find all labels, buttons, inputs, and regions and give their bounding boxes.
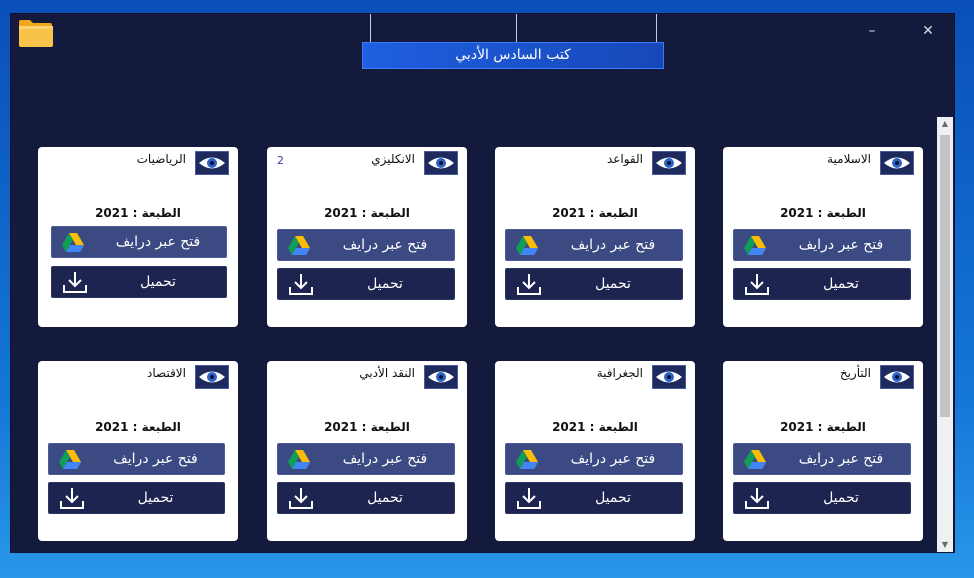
eye-icon[interactable]: [652, 365, 686, 389]
book-title: النقد الأدبي: [359, 366, 415, 380]
download-label: تحميل: [137, 490, 174, 506]
book-title: الاقتصاد: [147, 366, 186, 380]
close-button[interactable]: ✕: [915, 20, 941, 42]
download-button[interactable]: تحميل: [277, 482, 455, 514]
download-icon: [744, 272, 770, 300]
scroll-up-arrow[interactable]: ▲: [937, 117, 953, 131]
book-title: الرياضيات: [136, 152, 186, 166]
open-drive-button[interactable]: فتح عبر درايف: [505, 443, 683, 475]
download-button[interactable]: تحميل: [505, 482, 683, 514]
download-button[interactable]: تحميل: [733, 268, 911, 300]
app-window: كتب السادس الأدبي – ✕ ▲ ▼ الاسلامية الطب…: [11, 14, 954, 552]
edition-label: الطبعة : 2021: [324, 206, 410, 220]
download-button[interactable]: تحميل: [733, 482, 911, 514]
open-drive-label: فتح عبر درايف: [113, 451, 198, 467]
google-drive-icon: [744, 236, 766, 259]
download-icon: [516, 272, 542, 300]
open-drive-label: فتح عبر درايف: [342, 237, 428, 253]
download-button[interactable]: تحميل: [48, 482, 225, 514]
google-drive-icon: [62, 233, 84, 256]
download-button[interactable]: تحميل: [51, 266, 227, 298]
edition-label: الطبعة : 2021: [95, 420, 181, 434]
book-title: الاسلامية: [827, 152, 871, 166]
folder-icon: [18, 18, 54, 48]
scroll-thumb[interactable]: [940, 135, 950, 417]
download-icon: [62, 270, 88, 298]
edition-label: الطبعة : 2021: [324, 420, 410, 434]
edition-label: الطبعة : 2021: [780, 206, 866, 220]
book-card-history: التأريخ الطبعة : 2021 فتح عبر درايف تحمي…: [723, 361, 923, 541]
open-drive-label: فتح عبر درايف: [342, 451, 428, 467]
open-drive-button[interactable]: فتح عبر درايف: [505, 229, 683, 261]
google-drive-icon: [288, 236, 310, 259]
download-button[interactable]: تحميل: [505, 268, 683, 300]
window-title: كتب السادس الأدبي: [362, 42, 664, 69]
book-card-economics: الاقتصاد الطبعة : 2021 فتح عبر درايف تحم…: [38, 361, 238, 541]
download-icon: [288, 272, 314, 300]
open-drive-button[interactable]: فتح عبر درايف: [733, 443, 911, 475]
eye-icon[interactable]: [195, 365, 229, 389]
book-title: التأريخ: [839, 366, 871, 380]
edition-label: الطبعة : 2021: [552, 420, 638, 434]
eye-icon[interactable]: [880, 151, 914, 175]
download-label: تحميل: [595, 276, 631, 292]
eye-icon[interactable]: [652, 151, 686, 175]
download-button[interactable]: تحميل: [277, 268, 455, 300]
book-card-islamic: الاسلامية الطبعة : 2021 فتح عبر درايف تح…: [723, 147, 923, 327]
book-title: الانكليزي: [371, 152, 415, 166]
open-drive-button[interactable]: فتح عبر درايف: [48, 443, 225, 475]
open-drive-label: فتح عبر درايف: [570, 237, 656, 253]
open-drive-label: فتح عبر درايف: [570, 451, 656, 467]
google-drive-icon: [744, 450, 766, 473]
book-card-math: الرياضيات الطبعة : 2021 فتح عبر درايف تح…: [38, 147, 238, 327]
count-badge: 2: [277, 154, 284, 167]
download-label: تحميل: [595, 490, 631, 506]
open-drive-button[interactable]: فتح عبر درايف: [277, 229, 455, 261]
download-icon: [59, 486, 85, 514]
download-icon: [516, 486, 542, 514]
book-title: القواعد: [606, 152, 643, 166]
open-drive-label: فتح عبر درايف: [798, 451, 884, 467]
minimize-button[interactable]: –: [859, 20, 885, 42]
book-card-grammar: القواعد الطبعة : 2021 فتح عبر درايف تحمي…: [495, 147, 695, 327]
title-hanger-left: [370, 14, 371, 43]
open-drive-button[interactable]: فتح عبر درايف: [51, 226, 227, 258]
google-drive-icon: [516, 236, 538, 259]
eye-icon[interactable]: [424, 365, 458, 389]
open-drive-button[interactable]: فتح عبر درايف: [277, 443, 455, 475]
vertical-scrollbar[interactable]: ▲ ▼: [937, 117, 953, 552]
download-label: تحميل: [823, 276, 859, 292]
eye-icon[interactable]: [195, 151, 229, 175]
scroll-down-arrow[interactable]: ▼: [937, 538, 953, 552]
download-label: تحميل: [140, 274, 176, 290]
download-label: تحميل: [823, 490, 859, 506]
download-label: تحميل: [367, 490, 403, 506]
book-title: الجغرافية: [596, 366, 643, 380]
download-label: تحميل: [367, 276, 403, 292]
title-hanger-right: [656, 14, 657, 43]
download-icon: [288, 486, 314, 514]
edition-label: الطبعة : 2021: [95, 206, 181, 220]
open-drive-label: فتح عبر درايف: [115, 234, 201, 250]
book-card-geography: الجغرافية الطبعة : 2021 فتح عبر درايف تح…: [495, 361, 695, 541]
eye-icon[interactable]: [424, 151, 458, 175]
title-hanger-middle: [516, 14, 517, 43]
book-card-english: 2 الانكليزي الطبعة : 2021 فتح عبر درايف …: [267, 147, 467, 327]
eye-icon[interactable]: [880, 365, 914, 389]
download-icon: [744, 486, 770, 514]
edition-label: الطبعة : 2021: [780, 420, 866, 434]
google-drive-icon: [516, 450, 538, 473]
edition-label: الطبعة : 2021: [552, 206, 638, 220]
open-drive-label: فتح عبر درايف: [798, 237, 884, 253]
open-drive-button[interactable]: فتح عبر درايف: [733, 229, 911, 261]
book-card-literary-criticism: النقد الأدبي الطبعة : 2021 فتح عبر درايف…: [267, 361, 467, 541]
google-drive-icon: [59, 450, 81, 473]
google-drive-icon: [288, 450, 310, 473]
